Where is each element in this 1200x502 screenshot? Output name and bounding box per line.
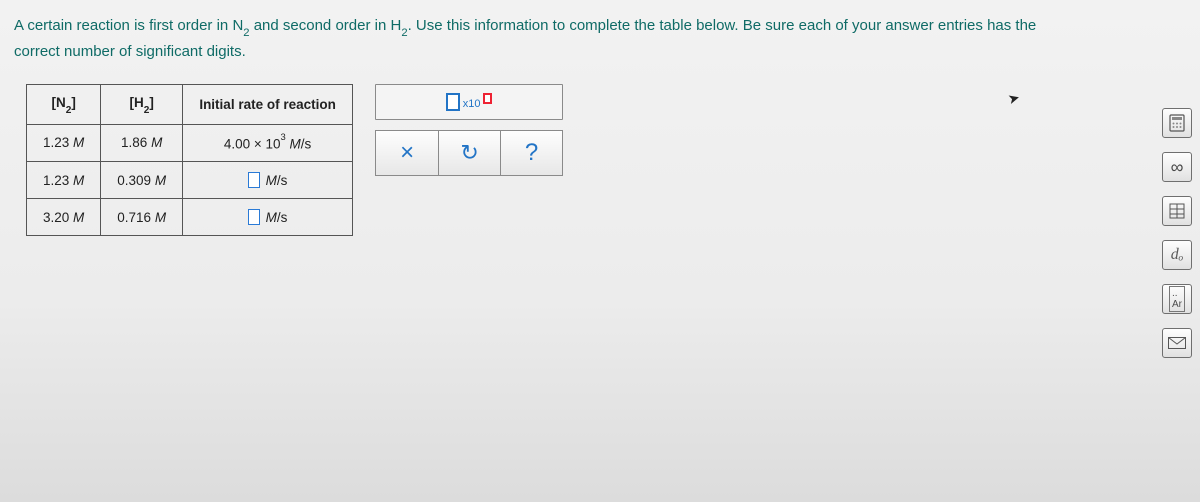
table-icon: [1169, 203, 1185, 219]
cell-n2: 1.23 M: [27, 124, 101, 162]
input-palette: x10 × ↻ ?: [375, 84, 563, 176]
cell-rate-input[interactable]: M/s: [183, 199, 353, 236]
close-icon: ×: [400, 139, 414, 167]
problem-text-1c: . Use this information to complete the t…: [408, 17, 1037, 34]
mail-button[interactable]: [1162, 328, 1192, 358]
exponent-box-icon: [483, 93, 492, 104]
infinity-icon: ∞: [1171, 157, 1184, 178]
problem-text-1b: and second order in: [250, 17, 391, 34]
reaction-data-table: [N2] [H2] Initial rate of reaction 1.23 …: [26, 84, 353, 236]
undo-icon: ↻: [460, 140, 478, 166]
table-row: 3.20 M 0.716 M M/s: [27, 199, 353, 236]
cell-rate-given: 4.00 × 103 M/s: [183, 124, 353, 162]
calculator-button[interactable]: [1162, 108, 1192, 138]
side-toolbar: ∞ dₒ ..Ar: [1162, 108, 1192, 358]
problem-statement: A certain reaction is first order in N2 …: [0, 0, 1200, 64]
doo-icon: dₒ: [1171, 246, 1184, 264]
cell-h2: 0.309 M: [101, 162, 183, 199]
scientific-notation-button[interactable]: x10: [375, 84, 563, 120]
table-header-h2: [H2]: [101, 85, 183, 125]
density-button[interactable]: dₒ: [1162, 240, 1192, 270]
species-n2: N2: [232, 17, 249, 34]
table-row: 1.23 M 1.86 M 4.00 × 103 M/s: [27, 124, 353, 162]
table-row: 1.23 M 0.309 M M/s: [27, 162, 353, 199]
help-button[interactable]: ?: [500, 131, 562, 175]
answer-input-box[interactable]: [248, 172, 260, 188]
clear-button[interactable]: ×: [376, 131, 438, 175]
cell-h2: 1.86 M: [101, 124, 183, 162]
help-icon: ?: [525, 139, 538, 167]
x10-label: x10: [463, 98, 481, 110]
table-header-rate: Initial rate of reaction: [183, 85, 353, 125]
table-header-n2: [N2]: [27, 85, 101, 125]
problem-text-1a: A certain reaction is first order in: [14, 17, 232, 34]
periodic-table-button[interactable]: ..Ar: [1162, 284, 1192, 314]
species-h2: H2: [390, 17, 407, 34]
mail-icon: [1168, 337, 1186, 349]
cell-n2: 3.20 M: [27, 199, 101, 236]
calculator-icon: [1169, 114, 1185, 132]
answer-input-box[interactable]: [248, 209, 260, 225]
cell-rate-input[interactable]: M/s: [183, 162, 353, 199]
periodic-icon: ..Ar: [1169, 286, 1185, 312]
table-tool-button[interactable]: [1162, 196, 1192, 226]
mantissa-box-icon: [446, 93, 460, 111]
cell-n2: 1.23 M: [27, 162, 101, 199]
cell-h2: 0.716 M: [101, 199, 183, 236]
reset-button[interactable]: ↻: [438, 131, 500, 175]
infinity-button[interactable]: ∞: [1162, 152, 1192, 182]
problem-text-2: correct number of significant digits.: [14, 43, 246, 60]
